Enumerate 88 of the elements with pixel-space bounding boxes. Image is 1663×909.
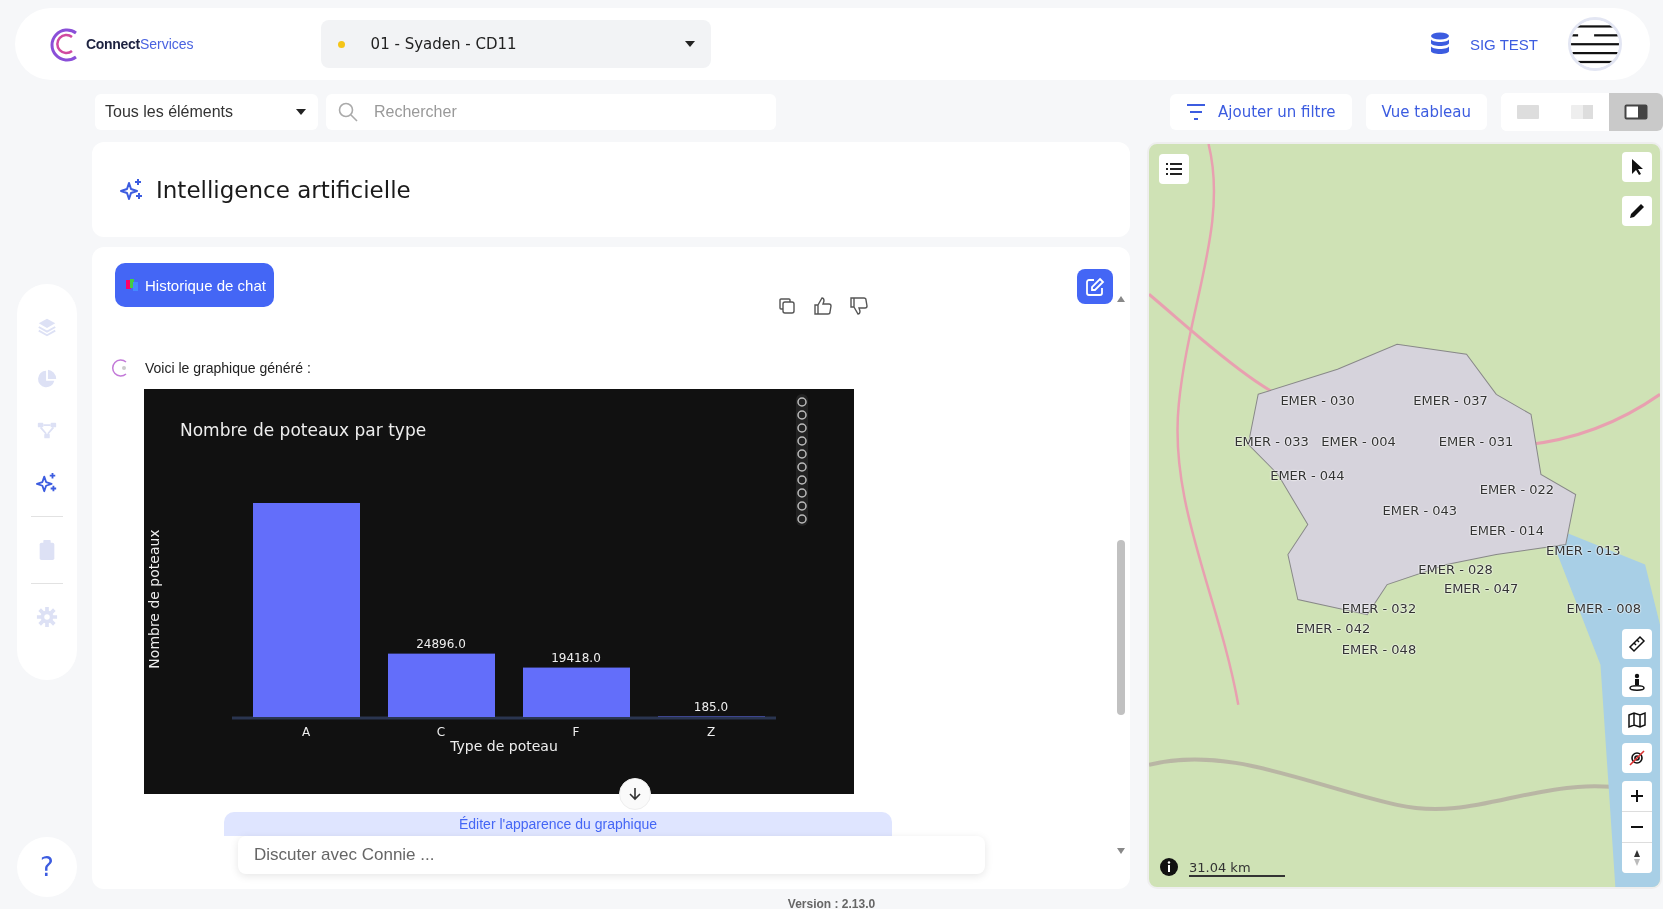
pointer-tool-button[interactable]: [1622, 152, 1652, 182]
layout-icon: [1624, 104, 1648, 120]
scroll-up-arrow-icon[interactable]: [1116, 295, 1126, 303]
visibility-off-button[interactable]: [1622, 743, 1652, 773]
chat-input[interactable]: Discuter avec Connie ...: [238, 836, 985, 874]
value-label: 24896.0: [416, 636, 466, 651]
zoom-in-button[interactable]: [1622, 781, 1652, 811]
region-label: EMER - 031: [1438, 433, 1514, 449]
filter-icon: [1186, 103, 1207, 121]
search-field[interactable]: Rechercher: [326, 94, 776, 130]
category-label: F: [572, 725, 580, 739]
panel-title: Intelligence artificielle: [156, 176, 411, 203]
category-label: A: [301, 725, 311, 739]
edit-chart-button[interactable]: Éditer l'apparence du graphique: [224, 812, 892, 836]
pencil-tool-button[interactable]: [1622, 196, 1652, 226]
colored-blocks-icon: [125, 278, 139, 292]
caret-icon: [684, 41, 695, 47]
sidebar-glyph-icon: [36, 472, 58, 494]
layout-icon: [1570, 104, 1594, 120]
ruler-tool-button[interactable]: [1622, 629, 1652, 659]
database-icon[interactable]: [1429, 32, 1450, 56]
category-label: Z: [706, 725, 716, 739]
caret-icon: [296, 109, 306, 115]
list-icon: [1165, 160, 1183, 178]
help-button[interactable]: ?: [17, 837, 77, 897]
chart-toolbar[interactable]: [796, 394, 808, 526]
map-layers-button[interactable]: [1622, 705, 1652, 735]
value-label: 185.0: [693, 699, 729, 714]
minus-icon: [1631, 826, 1643, 828]
region-label: EMER - 013: [1546, 542, 1621, 558]
thumbs-up-icon[interactable]: [814, 297, 832, 315]
region-label: EMER - 014: [1469, 522, 1544, 538]
region-label: EMER - 030: [1280, 392, 1355, 408]
sidebar-glyph-icon: [36, 606, 58, 628]
sidebar-glyph-icon: [36, 316, 58, 338]
ruler-icon: [1628, 635, 1646, 653]
edit-icon: [1085, 276, 1105, 297]
type-filter-dropdown[interactable]: Tous les éléments: [95, 94, 318, 130]
region-label: EMER - 042: [1295, 620, 1371, 636]
region-label: EMER - 043: [1382, 502, 1458, 518]
view-mode-button[interactable]: [1609, 93, 1663, 131]
plus-icon: [1628, 787, 1646, 805]
sidebar-glyph-icon: [36, 368, 58, 390]
person-pin-button[interactable]: [1622, 667, 1652, 697]
region-label: EMER - 044: [1270, 467, 1345, 483]
x-axis-title: Type de poteau: [450, 738, 558, 754]
scale-bar: 31.04 km: [1189, 860, 1285, 877]
crossed-eye-icon: [1628, 749, 1646, 767]
flag-avatar[interactable]: [1568, 17, 1622, 71]
person-icon: [1628, 673, 1646, 691]
scroll-down-arrow-icon[interactable]: [1116, 847, 1126, 855]
category-label: C: [436, 725, 446, 739]
brand-name: ConnectServices: [86, 36, 194, 52]
region-label: EMER - 047: [1443, 580, 1519, 596]
info-icon[interactable]: [1159, 857, 1179, 877]
message-text: Voici le graphique généré :: [145, 360, 311, 376]
arrow-down-icon: [628, 787, 642, 801]
table-view-button[interactable]: Vue tableau: [1365, 94, 1487, 130]
project-selector[interactable]: 01 - Syaden - CD11: [320, 20, 711, 68]
version-text: Version : 2.13.0: [786, 896, 877, 909]
legend-list-button[interactable]: [1159, 154, 1189, 184]
compass-button[interactable]: [1622, 843, 1652, 873]
pencil-icon: [1628, 202, 1646, 220]
chart-title: Nombre de poteaux par type: [180, 420, 427, 440]
scrollbar[interactable]: [1116, 295, 1126, 855]
region-label: EMER - 028: [1418, 561, 1493, 577]
copy-icon[interactable]: [778, 297, 796, 315]
sparkles-icon: [120, 177, 144, 202]
region-label: EMER - 048: [1341, 641, 1417, 657]
thumbs-down-icon[interactable]: [850, 297, 868, 315]
zoom-out-button[interactable]: [1622, 812, 1652, 842]
search-icon: [338, 102, 358, 122]
region-label: EMER - 022: [1479, 482, 1555, 497]
region-label: EMER - 008: [1566, 600, 1641, 616]
region-label: EMER - 033: [1234, 433, 1309, 449]
map-view[interactable]: EMER - 030 EMER - 037 EMER - 033 EMER - 004 EMER - 031 EMER - 044 EMER - 022 EMER - 043 EMER - 014 EMER - 013 EMER - 028 EMER - 047 EMER - 032 EMER - 008 EMER - 042 EMER - 048 31.04 km: [1147, 142, 1662, 889]
chat-history-button[interactable]: Historique de chat: [115, 263, 274, 307]
new-chat-button[interactable]: [1077, 269, 1113, 304]
region-label: EMER - 037: [1413, 392, 1488, 408]
layout-icon: [1516, 104, 1540, 120]
user-name[interactable]: SIG TEST: [1469, 35, 1538, 53]
value-label: 19418.0: [551, 650, 601, 665]
y-axis-title: Nombre de poteaux: [146, 529, 162, 669]
add-filter-button[interactable]: Ajouter un filtre: [1170, 94, 1352, 130]
map-icon: [1628, 711, 1646, 729]
status-dot: [337, 40, 345, 48]
region-label: EMER - 004: [1321, 433, 1396, 449]
region-label: EMER - 032: [1341, 600, 1417, 616]
